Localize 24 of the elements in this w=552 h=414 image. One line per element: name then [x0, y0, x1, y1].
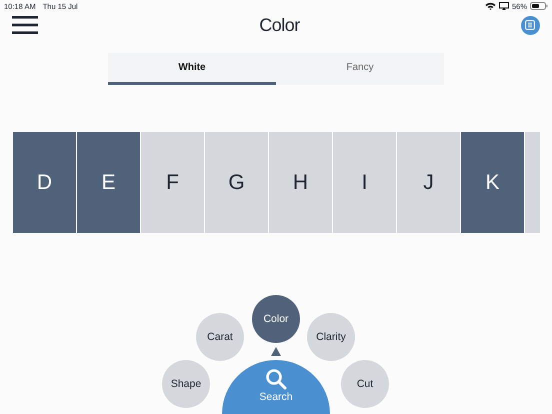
menu-icon[interactable] [12, 16, 38, 34]
color-grade-tile[interactable]: D [13, 132, 76, 233]
battery-icon [530, 2, 548, 10]
filter-bubble[interactable]: Cut [341, 360, 389, 408]
color-grade-tile[interactable]: F [141, 132, 204, 233]
list-icon [525, 20, 536, 30]
color-grade-tile[interactable]: H [269, 132, 332, 233]
screen-mirroring-icon [498, 2, 509, 10]
filter-bubble[interactable]: Clarity [307, 313, 355, 361]
search-icon [265, 368, 287, 390]
partial-grade-tile[interactable] [525, 132, 540, 233]
list-button[interactable] [520, 16, 540, 34]
color-grade-tile[interactable]: K [461, 132, 524, 233]
color-grade-tile[interactable]: G [205, 132, 268, 233]
filter-bubble[interactable]: Carat [196, 313, 244, 361]
tab[interactable]: Fancy [276, 53, 444, 85]
filter-bubble[interactable]: Shape [162, 360, 210, 408]
color-grade-tile[interactable]: I [333, 132, 396, 233]
color-grade-tile[interactable]: E [77, 132, 140, 233]
page-title: Color [259, 14, 300, 36]
tab[interactable]: White [108, 53, 276, 85]
filter-bubble[interactable]: Color [252, 295, 300, 343]
color-grade-tile[interactable]: J [397, 132, 460, 233]
wifi-icon [484, 2, 496, 10]
